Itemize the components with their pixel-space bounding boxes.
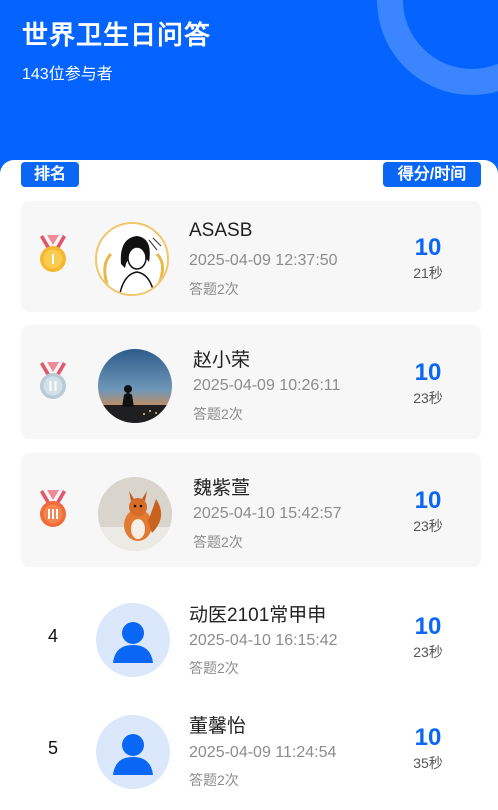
duration-value: 23秒: [413, 390, 443, 406]
bronze-medal-icon: [40, 490, 66, 527]
score-value: 10: [414, 724, 442, 751]
duration-value: 23秒: [413, 644, 443, 660]
submit-time: 2025-04-09 11:24:54: [189, 744, 337, 761]
participant-count: 143位参与者: [22, 66, 113, 83]
participant-name: 赵小荣: [193, 350, 251, 371]
rank-header-tag: 排名: [21, 162, 79, 187]
duration-value: 23秒: [413, 518, 443, 534]
submit-time: 2025-04-10 15:42:57: [193, 505, 342, 522]
participant-name: 魏紫萱: [193, 478, 251, 499]
attempt-count: 答题2次: [189, 772, 239, 788]
leaderboard-entry-1[interactable]: ASASB 2025-04-09 12:37:50 答题2次 10 21秒: [21, 201, 481, 312]
attempt-count: 答题2次: [193, 534, 243, 550]
default-avatar-icon: [96, 715, 170, 789]
avatar: [95, 222, 169, 296]
rank-number: 4: [47, 626, 58, 646]
submit-time: 2025-04-10 16:15:42: [189, 632, 338, 649]
gold-medal-icon: [40, 235, 66, 272]
page-title: 世界卫生日问答: [22, 20, 212, 50]
score-time-header-tag: 得分/时间: [383, 162, 481, 187]
rank-number: 5: [47, 738, 58, 758]
submit-time: 2025-04-09 10:26:11: [193, 377, 341, 394]
score-value: 10: [414, 613, 442, 640]
decorative-ring: [377, 0, 498, 95]
avatar: [98, 477, 172, 551]
attempt-count: 答题2次: [189, 660, 239, 676]
submit-time: 2025-04-09 12:37:50: [189, 252, 338, 269]
leaderboard-entry-4[interactable]: 4 动医2101常甲申 2025-04-10 16:15:42 答题2次 10 …: [21, 580, 481, 692]
default-avatar-icon: [96, 603, 170, 677]
duration-value: 35秒: [413, 755, 443, 771]
silver-medal-icon: [40, 362, 66, 399]
leaderboard-entry-3[interactable]: 魏紫萱 2025-04-10 15:42:57 答题2次 10 23秒: [21, 453, 481, 567]
score-value: 10: [414, 359, 442, 386]
avatar: [98, 349, 172, 423]
duration-value: 21秒: [413, 265, 443, 281]
participant-name: 动医2101常甲申: [189, 605, 327, 626]
score-value: 10: [414, 487, 442, 514]
score-value: 10: [414, 234, 442, 261]
participant-name: 董馨怡: [189, 716, 247, 737]
participant-name: ASASB: [189, 220, 253, 241]
leaderboard-entry-2[interactable]: 赵小荣 2025-04-09 10:26:11 答题2次 10 23秒: [21, 325, 481, 439]
leaderboard-entry-5[interactable]: 5 董馨怡 2025-04-09 11:24:54 答题2次 10 35秒: [21, 693, 481, 803]
attempt-count: 答题2次: [193, 406, 243, 422]
attempt-count: 答题2次: [189, 281, 239, 297]
header-banner: 世界卫生日问答 143位参与者: [0, 0, 498, 175]
